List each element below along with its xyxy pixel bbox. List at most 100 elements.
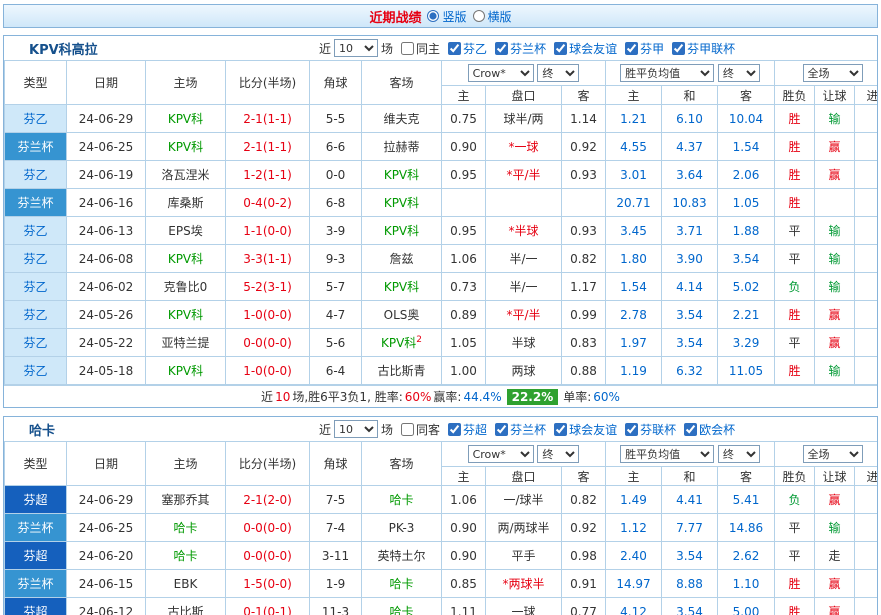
same-away-checkbox[interactable] [401, 423, 414, 436]
score-link[interactable]: 2-1(1-1) [226, 133, 310, 161]
home-team-link[interactable]: EBK [146, 570, 226, 598]
score-link[interactable]: 0-0(0-0) [226, 542, 310, 570]
league-filter-veikkausliiga[interactable]: 芬超 [448, 421, 487, 438]
match-row: 芬乙 24-06-13 EPS埃 1-1(0-0) 3-9 KPV科 0.95 … [5, 217, 879, 245]
score-link[interactable]: 2-1(2-0) [226, 486, 310, 514]
avg-final-select[interactable]: 终 [718, 64, 760, 82]
layout-horizontal-option[interactable]: 横版 [467, 8, 512, 25]
league-checkbox[interactable] [554, 42, 567, 55]
avg-home-odds: 3.01 [606, 161, 662, 189]
home-team-link[interactable]: 塞那乔其 [146, 486, 226, 514]
handicap-result: 赢 [815, 301, 855, 329]
handicap-result: 输 [815, 105, 855, 133]
home-team-link[interactable]: 哈卡 [146, 514, 226, 542]
home-team-link[interactable]: KPV科 [146, 245, 226, 273]
match-date: 24-05-18 [67, 357, 146, 385]
horizontal-radio[interactable] [473, 10, 485, 22]
home-team-link[interactable]: KPV科 [146, 301, 226, 329]
score-link[interactable]: 1-5(0-0) [226, 570, 310, 598]
odds-source-select[interactable]: Crow* [468, 64, 534, 82]
away-team-link[interactable]: 哈卡 [362, 598, 442, 615]
score-link[interactable]: 1-0(0-0) [226, 301, 310, 329]
league-checkbox[interactable] [448, 42, 461, 55]
home-team-link[interactable]: 哈卡 [146, 542, 226, 570]
league-checkbox[interactable] [672, 42, 685, 55]
league-filter-conference[interactable]: 欧会杯 [684, 421, 735, 438]
match-result: 负 [775, 486, 815, 514]
league-checkbox[interactable] [448, 423, 461, 436]
league-filter-friendly[interactable]: 球会友谊 [554, 40, 617, 57]
score-link[interactable]: 2-1(1-1) [226, 105, 310, 133]
away-team-link[interactable]: 詹兹 [362, 245, 442, 273]
score-link[interactable]: 0-1(0-1) [226, 598, 310, 615]
away-team-link[interactable]: 维夫克 [362, 105, 442, 133]
avg-final-select[interactable]: 终 [718, 445, 760, 463]
handicap-line: *半球 [486, 217, 562, 245]
away-team-link[interactable]: KPV科2 [362, 329, 442, 357]
score-link[interactable]: 1-0(0-0) [226, 357, 310, 385]
away-team-link[interactable]: PK-3 [362, 514, 442, 542]
near-count-select[interactable]: 10 [334, 39, 378, 57]
home-team-link[interactable]: KPV科 [146, 133, 226, 161]
same-home-option[interactable]: 同主 [401, 40, 440, 57]
away-team-link[interactable]: KPV科 [362, 161, 442, 189]
layout-vertical-option[interactable]: 竖版 [421, 8, 466, 25]
scope-select[interactable]: 全场 [803, 64, 863, 82]
final-odds-select[interactable]: 终 [537, 445, 579, 463]
sub-goals: 进 [855, 467, 878, 486]
away-team-link[interactable]: 拉赫蒂 [362, 133, 442, 161]
home-team-link[interactable]: 亚特兰提 [146, 329, 226, 357]
home-team-link[interactable]: 古比斯 [146, 598, 226, 615]
home-team-link[interactable]: 库桑斯 [146, 189, 226, 217]
score-link[interactable]: 0-0(0-0) [226, 514, 310, 542]
handicap-home-odds: 1.05 [442, 329, 486, 357]
avg-odds-select[interactable]: 胜平负均值 [620, 445, 714, 463]
away-team-link[interactable]: KPV科 [362, 189, 442, 217]
goals-cell [855, 189, 878, 217]
final-odds-select[interactable]: 终 [537, 64, 579, 82]
match-row: 芬兰杯 24-06-25 哈卡 0-0(0-0) 7-4 PK-3 0.90 两… [5, 514, 879, 542]
avg-odds-select[interactable]: 胜平负均值 [620, 64, 714, 82]
near-count-select[interactable]: 10 [334, 420, 378, 438]
score-link[interactable]: 5-2(3-1) [226, 273, 310, 301]
league-filter-league-cup[interactable]: 芬联杯 [625, 421, 676, 438]
score-link[interactable]: 0-0(0-0) [226, 329, 310, 357]
away-team-link[interactable]: KPV科 [362, 217, 442, 245]
league-checkbox[interactable] [684, 423, 697, 436]
home-team-link[interactable]: 洛瓦涅米 [146, 161, 226, 189]
home-team-link[interactable]: EPS埃 [146, 217, 226, 245]
odds-source-select[interactable]: Crow* [468, 445, 534, 463]
away-team-link[interactable]: 古比斯青 [362, 357, 442, 385]
league-filter-finn-cup[interactable]: 芬兰杯 [495, 40, 546, 57]
league-checkbox[interactable] [625, 42, 638, 55]
near-label: 近 [319, 421, 331, 438]
league-filter-finn2[interactable]: 芬乙 [448, 40, 487, 57]
match-result: 胜 [775, 570, 815, 598]
home-team-link[interactable]: KPV科 [146, 105, 226, 133]
league-filter-finn-cup[interactable]: 芬兰杯 [495, 421, 546, 438]
home-team-link[interactable]: KPV科 [146, 357, 226, 385]
handicap-result: 输 [815, 514, 855, 542]
league-checkbox[interactable] [625, 423, 638, 436]
score-link[interactable]: 0-4(0-2) [226, 189, 310, 217]
same-home-checkbox[interactable] [401, 42, 414, 55]
scope-select[interactable]: 全场 [803, 445, 863, 463]
league-checkbox[interactable] [554, 423, 567, 436]
league-filter-finn1[interactable]: 芬甲 [625, 40, 664, 57]
league-checkbox[interactable] [495, 423, 508, 436]
score-link[interactable]: 3-3(1-1) [226, 245, 310, 273]
score-link[interactable]: 1-2(1-1) [226, 161, 310, 189]
vertical-radio[interactable] [427, 10, 439, 22]
away-team-link[interactable]: 哈卡 [362, 486, 442, 514]
away-team-link[interactable]: KPV科 [362, 273, 442, 301]
league-filter-friendly[interactable]: 球会友谊 [554, 421, 617, 438]
away-team-link[interactable]: 英特土尔 [362, 542, 442, 570]
league-filter-finn1-cup[interactable]: 芬甲联杯 [672, 40, 735, 57]
away-team-link[interactable]: 哈卡 [362, 570, 442, 598]
score-link[interactable]: 1-1(0-0) [226, 217, 310, 245]
handicap-home-odds: 1.06 [442, 245, 486, 273]
league-checkbox[interactable] [495, 42, 508, 55]
away-team-link[interactable]: OLS奥 [362, 301, 442, 329]
same-away-option[interactable]: 同客 [401, 421, 440, 438]
home-team-link[interactable]: 克鲁比0 [146, 273, 226, 301]
